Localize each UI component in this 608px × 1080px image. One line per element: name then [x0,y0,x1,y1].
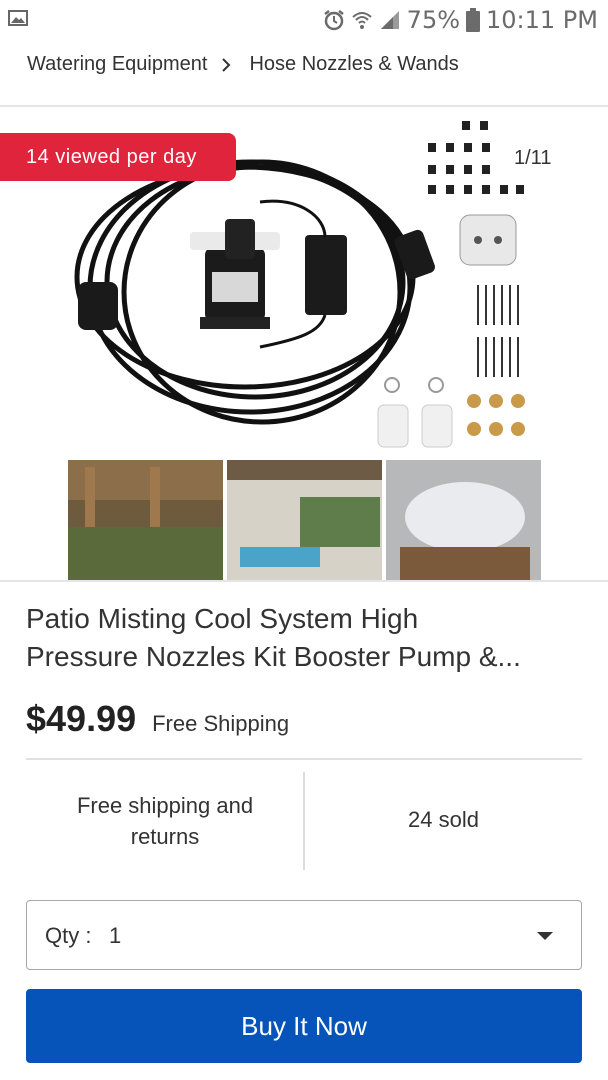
sold-count: 24 sold [408,807,479,832]
wifi-icon [352,12,372,29]
caret-down-icon [537,932,553,940]
price-row: $49.99 Free Shipping [26,698,289,740]
breadcrumb: Watering Equipment Hose Nozzles & Wands [27,53,459,76]
battery-icon [466,8,481,32]
battery-percent: 75% [406,6,461,34]
qty-value: 1 [109,923,122,948]
gallery-icon [8,10,28,26]
chevron-right-icon [222,57,231,72]
status-bar: 75% 10:11 PM [0,0,608,40]
image-counter: 1/11 [514,147,552,169]
buy-it-now-button[interactable]: Buy It Now [26,989,582,1063]
product-title: Patio Misting Cool System High Pressure … [26,600,586,676]
product-image-gallery[interactable]: 14 viewed per day 1/11 [0,107,608,580]
divider [0,580,608,582]
free-shipping-line1: Free shipping and [76,793,254,818]
price: $49.99 [26,698,137,739]
alarm-icon [323,10,344,31]
product-title-line1: Patio Misting Cool System High [26,603,419,634]
clock: 10:11 PM [486,6,598,34]
free-shipping-returns: Free shipping and returns [26,790,304,852]
free-shipping-line2: returns [130,824,200,849]
breadcrumb-item-hose-nozzles[interactable]: Hose Nozzles & Wands [249,53,458,76]
breadcrumb-item-watering-equipment[interactable]: Watering Equipment [27,53,207,76]
status-right: 75% 10:11 PM [323,4,598,36]
product-title-line2: Pressure Nozzles Kit Booster Pump &... [26,641,521,672]
quantity-select[interactable]: Qty : 1 [26,900,582,970]
divider [26,758,582,760]
shipping-label: Free Shipping [152,711,290,736]
viewed-per-day-badge: 14 viewed per day [0,133,236,181]
info-row: Free shipping and returns 24 sold [26,772,582,870]
signal-icon [380,11,399,29]
qty-label: Qty : [45,923,92,948]
